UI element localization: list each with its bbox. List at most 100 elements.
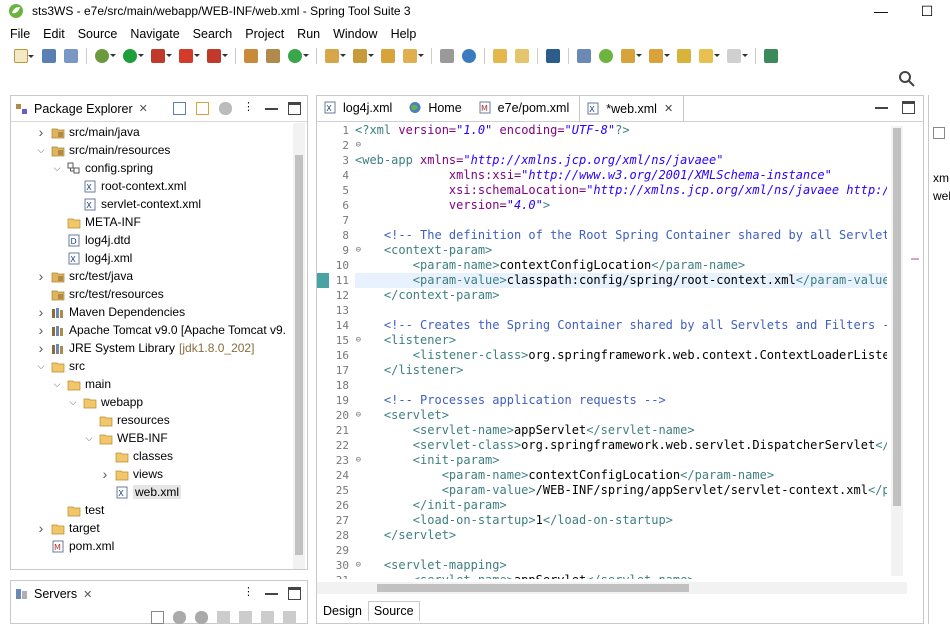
run-server-icon[interactable] (151, 49, 172, 63)
last-edit-location-icon[interactable] (677, 49, 691, 63)
tree-item[interactable]: Xweb.xml (11, 483, 294, 501)
chevron-down-icon[interactable]: ⌵ (35, 145, 47, 156)
chevron-right-icon[interactable]: › (99, 466, 111, 482)
debug-server-icon[interactable] (173, 611, 186, 624)
tree-item[interactable]: ⌵ src (11, 357, 294, 375)
run-icon[interactable] (123, 49, 144, 63)
code-line[interactable]: </init-param> (355, 498, 887, 513)
code-line[interactable]: xsi:schemaLocation="http://xmlns.jcp.org… (355, 183, 887, 198)
menu-file[interactable]: File (10, 27, 30, 41)
scroll-thumb[interactable] (893, 128, 901, 506)
code-line[interactable] (355, 213, 887, 228)
link-with-editor-icon[interactable] (196, 102, 209, 115)
code-line[interactable]: <servlet-class>org.springframework.web.s… (355, 438, 887, 453)
open-task-icon[interactable] (381, 49, 395, 63)
previous-annotation-icon[interactable] (649, 49, 670, 63)
browser-icon[interactable] (462, 49, 476, 63)
focus-icon[interactable] (219, 102, 232, 115)
tree-item[interactable]: › views (11, 465, 294, 483)
code-line[interactable]: <listener-class>org.springframework.web.… (355, 348, 887, 363)
tree-item[interactable]: classes (11, 447, 294, 465)
tab-source[interactable]: Source (367, 601, 420, 621)
code-line[interactable]: version="4.0"> (355, 198, 887, 213)
tree-item[interactable]: Xroot-context.xml (11, 177, 294, 195)
close-icon[interactable]: ✕ (83, 588, 92, 601)
tree-item[interactable]: › JRE System Library [jdk1.8.0_202] (11, 339, 294, 357)
code-line[interactable]: <web-app xmlns="http://xmlns.jcp.org/xml… (355, 153, 887, 168)
code-line[interactable]: <?xml version="1.0" encoding="UTF-8"?> (355, 123, 887, 138)
maximize-button[interactable]: ☐ (904, 0, 950, 22)
code-line[interactable]: <servlet-name>appServlet</servlet-name> (355, 573, 887, 579)
tab-editor-home[interactable]: Home (402, 95, 471, 121)
pin-icon[interactable] (577, 49, 591, 63)
tree-item[interactable]: ⌵ webapp (11, 393, 294, 411)
console-icon[interactable] (546, 49, 560, 63)
code-line[interactable] (355, 303, 887, 318)
tree-item[interactable]: Dlog4j.dtd (11, 231, 294, 249)
minimize-view-icon[interactable] (265, 587, 278, 595)
maximize-editor-icon[interactable] (902, 101, 915, 114)
open-type-icon[interactable] (325, 49, 346, 63)
code-editor[interactable]: 1 2 ⊖ 3 4 5 6 7 8 9 ⊖ 10 11 12 13 14 15 ⊖ 16 17 18 19 20 ⊖ 21 22 2… (317, 123, 923, 579)
search-toolbar-icon[interactable] (353, 49, 374, 63)
tree-item[interactable]: › src/main/java (11, 123, 294, 141)
maximize-view-icon[interactable] (288, 587, 301, 600)
close-icon[interactable]: ✕ (139, 102, 148, 115)
quick-access-search[interactable] (898, 70, 920, 92)
maximize-view-icon[interactable] (288, 102, 301, 115)
tree-item[interactable]: › target (11, 519, 294, 537)
new-package-icon[interactable] (266, 49, 280, 63)
tree-item[interactable]: Xservlet-context.xml (11, 195, 294, 213)
new-class-icon[interactable] (288, 49, 309, 63)
stop-icon[interactable] (179, 49, 200, 63)
code-text[interactable]: <?xml version="1.0" encoding="UTF-8"?> <… (355, 123, 887, 579)
scroll-thumb[interactable] (377, 584, 689, 592)
chevron-down-icon[interactable]: ⌵ (51, 163, 63, 174)
tree-item[interactable]: ⌵ src/main/resources (11, 141, 294, 159)
menu-run[interactable]: Run (297, 27, 320, 41)
stop-server-icon[interactable] (239, 611, 252, 624)
spring-icon[interactable] (599, 49, 613, 63)
menu-project[interactable]: Project (245, 27, 284, 41)
tree-item[interactable]: test (11, 501, 294, 519)
code-line[interactable]: <param-value>classpath:config/spring/roo… (355, 273, 887, 288)
debug-icon[interactable] (95, 49, 116, 63)
code-line[interactable]: <!-- Processes application requests --> (355, 393, 887, 408)
tree-item[interactable]: Xlog4j.xml (11, 249, 294, 267)
tab-editor-e7e-pom-xml[interactable]: Me7e/pom.xml (472, 95, 580, 121)
chevron-right-icon[interactable]: › (35, 124, 47, 140)
close-icon[interactable]: ✕ (664, 102, 673, 115)
view-menu-icon[interactable]: ⋮ (242, 102, 255, 115)
menu-help[interactable]: Help (391, 27, 417, 41)
tree-item[interactable]: META-INF (11, 213, 294, 231)
code-line[interactable] (355, 543, 887, 558)
code-line[interactable]: <!-- Creates the Spring Container shared… (355, 318, 887, 333)
search-icon[interactable] (898, 70, 916, 88)
chevron-right-icon[interactable]: › (35, 520, 47, 536)
show-whitespace-icon[interactable] (515, 49, 529, 63)
outline-icon[interactable] (933, 127, 945, 139)
code-line[interactable]: </servlet> (355, 528, 887, 543)
code-line[interactable]: xmlns:xsi="http://www.w3.org/2001/XMLSch… (355, 168, 887, 183)
menu-search[interactable]: Search (193, 27, 233, 41)
forward-icon[interactable] (727, 49, 748, 63)
tab-editor-log4j-xml[interactable]: Xlog4j.xml (317, 95, 402, 121)
collapse-all-icon[interactable] (173, 102, 186, 115)
menu-source[interactable]: Source (78, 27, 118, 41)
tree-item[interactable]: › src/test/java (11, 267, 294, 285)
start-server-icon[interactable] (195, 611, 208, 624)
code-line[interactable]: <servlet-mapping> (355, 558, 887, 573)
code-line[interactable]: <servlet-name>appServlet</servlet-name> (355, 423, 887, 438)
code-line[interactable]: <!-- The definition of the Root Spring C… (355, 228, 887, 243)
tab-design[interactable]: Design (317, 601, 368, 621)
external-tools-icon[interactable] (207, 49, 228, 63)
tree-item[interactable]: ⌵ config.spring (11, 159, 294, 177)
open-folder-icon[interactable] (403, 49, 424, 63)
toggle-mark-occurrences-icon[interactable] (493, 49, 507, 63)
chevron-down-icon[interactable]: ⌵ (35, 361, 47, 372)
new-java-project-icon[interactable] (244, 49, 258, 63)
toggle-breadcrumb-icon[interactable] (440, 49, 454, 63)
code-line[interactable]: <load-on-startup>1</load-on-startup> (355, 513, 887, 528)
minimize-view-icon[interactable] (265, 102, 278, 110)
open-perspective-icon[interactable] (764, 49, 778, 63)
